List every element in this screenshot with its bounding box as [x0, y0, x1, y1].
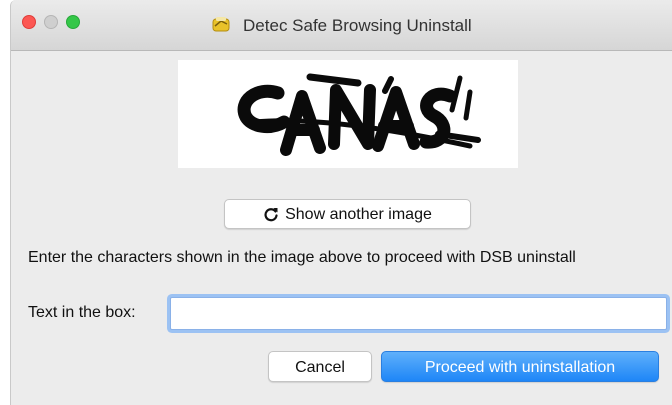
window-title-group: Detec Safe Browsing Uninstall	[11, 15, 672, 38]
show-another-image-label: Show another image	[285, 206, 432, 223]
cancel-button[interactable]: Cancel	[268, 351, 372, 382]
instruction-text: Enter the characters shown in the image …	[28, 249, 576, 266]
dialog-window: Detec Safe Browsing Uninstall Show anoth…	[10, 0, 672, 405]
show-another-image-button[interactable]: Show another image	[224, 199, 471, 229]
refresh-icon	[263, 204, 279, 232]
captcha-image	[178, 60, 518, 168]
window-title: Detec Safe Browsing Uninstall	[243, 16, 472, 35]
text-field-label: Text in the box:	[28, 304, 136, 321]
title-bar: Detec Safe Browsing Uninstall	[11, 0, 672, 51]
proceed-uninstall-button[interactable]: Proceed with uninstallation	[381, 351, 659, 382]
captcha-text-input[interactable]	[170, 297, 667, 330]
app-icon	[212, 15, 230, 38]
